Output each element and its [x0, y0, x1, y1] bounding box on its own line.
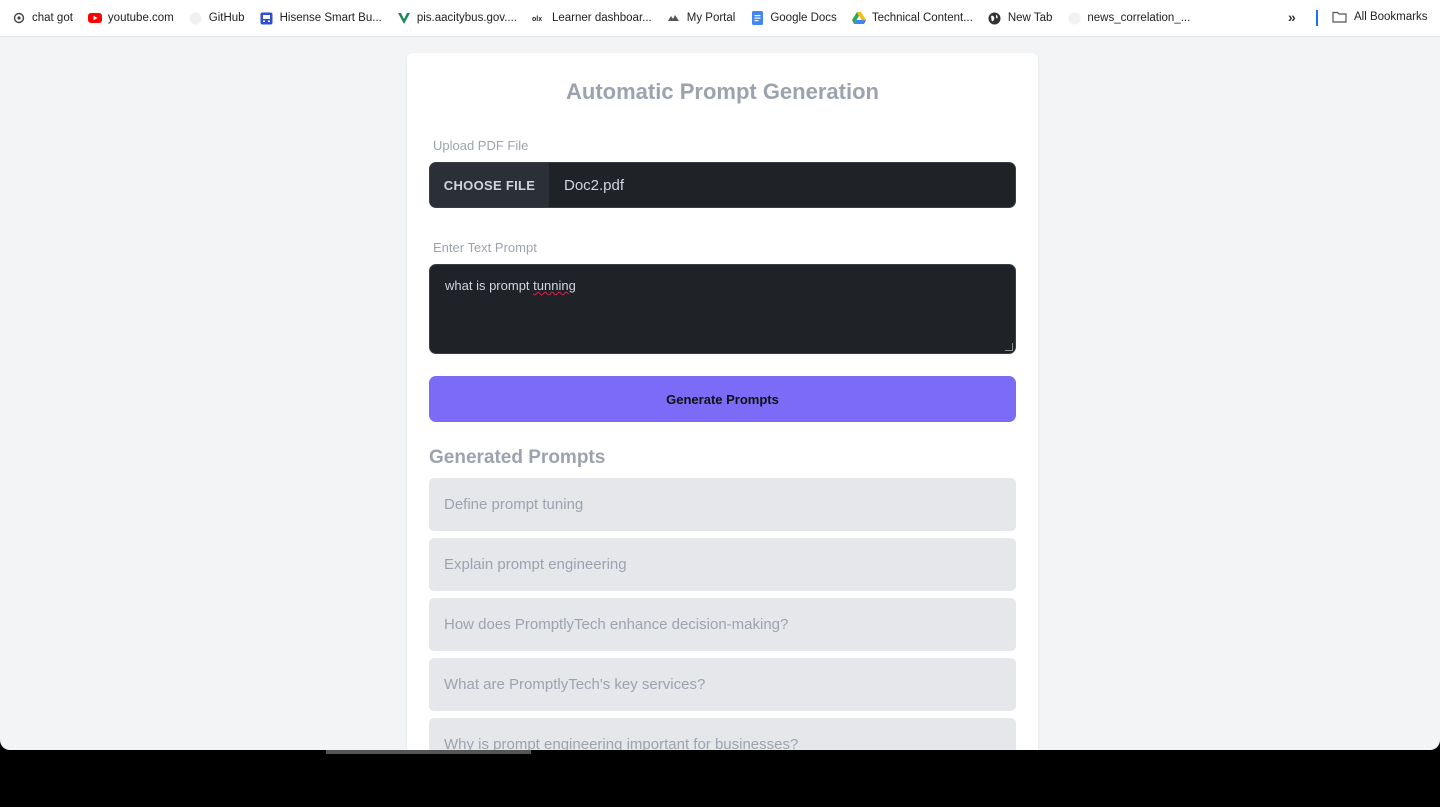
generated-prompts-title: Generated Prompts: [429, 447, 606, 468]
bookmark-learner[interactable]: olx Learner dashboar...: [532, 11, 652, 25]
pdf-file-input[interactable]: CHOOSE FILE Doc2.pdf: [429, 162, 1016, 208]
bus-icon: [260, 11, 274, 25]
bookmark-label: youtube.com: [107, 12, 174, 24]
bookmark-label: Technical Content...: [871, 12, 973, 24]
portal-icon: [667, 11, 681, 25]
selected-file-name: Doc2.pdf: [564, 176, 625, 194]
blank-page-icon: [1067, 11, 1081, 25]
page-title: Automatic Prompt Generation: [566, 79, 879, 104]
github-icon: [189, 11, 203, 25]
youtube-icon: [87, 11, 102, 25]
bookmark-technical-content[interactable]: Technical Content...: [851, 11, 973, 25]
choose-file-button[interactable]: CHOOSE FILE: [430, 163, 549, 207]
globe-icon: [988, 11, 1002, 25]
bookmark-label: GitHub: [208, 12, 245, 24]
prompt-label: Enter Text Prompt: [433, 240, 537, 255]
generated-prompt-item[interactable]: What are PromptlyTech's key services?: [429, 658, 1016, 711]
generate-prompts-button[interactable]: Generate Prompts: [429, 376, 1016, 422]
bookmark-label: New Tab: [1007, 12, 1053, 24]
prompt-text: what is prompt: [445, 278, 534, 293]
screen-bottom-bar: [0, 750, 1440, 807]
generated-prompt-item[interactable]: Why is prompt engineering important for …: [429, 718, 1016, 750]
horizontal-scrollbar[interactable]: [326, 750, 531, 754]
v-logo-icon: [397, 11, 411, 25]
google-docs-icon: [750, 11, 764, 25]
resize-handle-icon[interactable]: [1005, 343, 1013, 351]
bookmark-label: news_correlation_...: [1087, 12, 1191, 24]
bookmark-hisense[interactable]: Hisense Smart Bu...: [260, 11, 382, 25]
bookmark-my-portal[interactable]: My Portal: [667, 11, 736, 25]
all-bookmarks-label: All Bookmarks: [1354, 11, 1428, 23]
prompt-generator-card: Automatic Prompt Generation Upload PDF F…: [407, 53, 1038, 750]
svg-text:olx: olx: [532, 16, 542, 23]
google-drive-icon: [851, 11, 866, 25]
all-bookmarks-button[interactable]: All Bookmarks: [1332, 11, 1428, 23]
bookmark-youtube[interactable]: youtube.com: [87, 11, 174, 25]
browser-window: chat got youtube.com GitHub Hisense Smar…: [0, 0, 1440, 750]
upload-label: Upload PDF File: [433, 138, 529, 153]
generated-prompt-item[interactable]: Explain prompt engineering: [429, 538, 1016, 591]
more-bookmarks-icon[interactable]: »: [1288, 9, 1296, 25]
bookmark-label: Learner dashboar...: [552, 12, 652, 24]
bookmark-news-correlation[interactable]: news_correlation_...: [1067, 11, 1190, 25]
bookmark-google-docs[interactable]: Google Docs: [750, 11, 837, 25]
misspelled-word: tunning: [533, 278, 576, 293]
openai-icon: [12, 11, 26, 25]
text-prompt-textarea[interactable]: what is prompt tunning: [429, 264, 1016, 354]
bookmark-label: Hisense Smart Bu...: [279, 12, 382, 24]
folder-icon: [1332, 11, 1347, 23]
generated-prompt-item[interactable]: How does PromptlyTech enhance decision-m…: [429, 598, 1016, 651]
bookmark-label: chat got: [32, 12, 73, 24]
bookmark-pis[interactable]: pis.aacitybus.gov....: [397, 11, 517, 25]
bookmark-chat-got[interactable]: chat got: [12, 11, 73, 25]
bookmark-label: pis.aacitybus.gov....: [416, 12, 517, 24]
bookmark-label: My Portal: [686, 12, 736, 24]
generated-prompt-item[interactable]: Define prompt tuning: [429, 478, 1016, 531]
olx-icon: olx: [532, 11, 546, 25]
bookmark-new-tab[interactable]: New Tab: [988, 11, 1053, 25]
bookmarks-bar: chat got youtube.com GitHub Hisense Smar…: [0, 0, 1440, 37]
bookmark-label: Google Docs: [770, 12, 837, 24]
bookmark-github[interactable]: GitHub: [189, 11, 245, 25]
bookmarks-divider: [1316, 10, 1318, 26]
